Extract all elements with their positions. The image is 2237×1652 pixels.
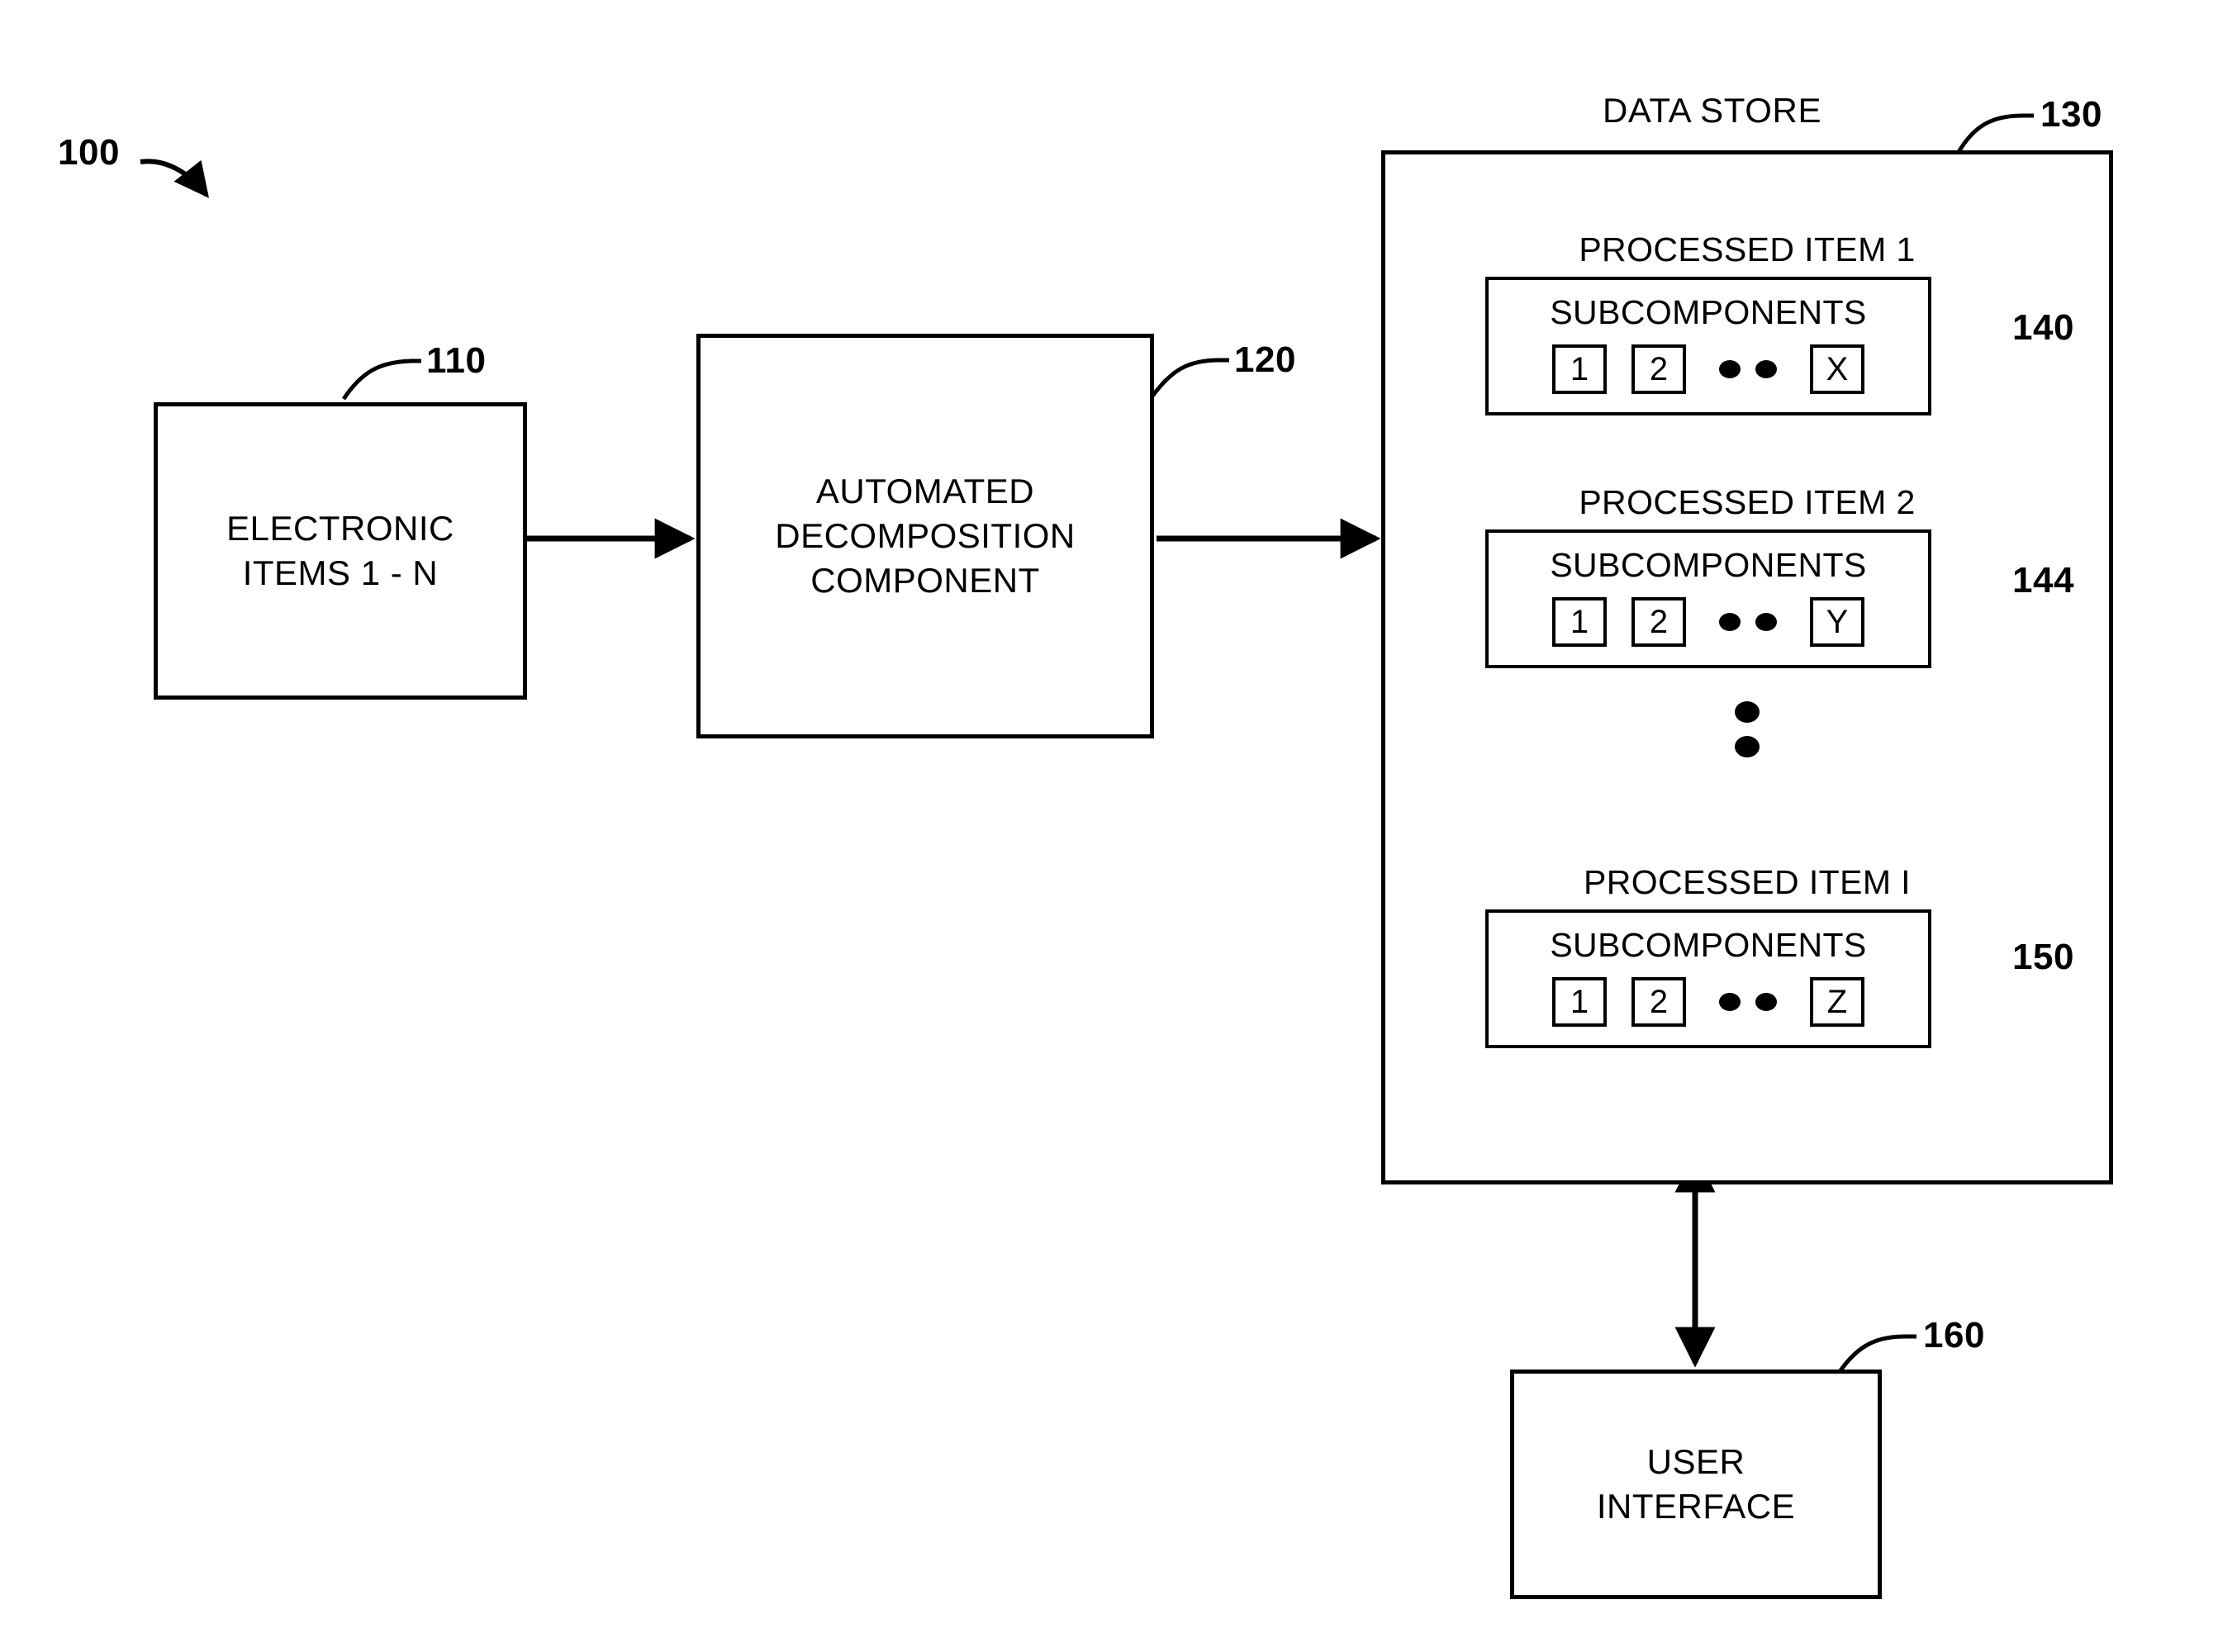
chip-ellipsis-icon — [1719, 613, 1777, 631]
chip-ellipsis-icon — [1719, 993, 1777, 1011]
ref-numeral-160: 160 — [1923, 1315, 1985, 1355]
ref-numeral-110: 110 — [426, 340, 487, 381]
block-automated-decomposition-component: AUTOMATED DECOMPOSITION COMPONENT — [696, 334, 1154, 738]
subcomponent-chip: Y — [1810, 597, 1864, 647]
subcomponent-chip: 2 — [1631, 977, 1686, 1027]
figure-100-leader — [140, 159, 209, 198]
ref-numeral-120: 120 — [1234, 339, 1296, 380]
block-electronic-items: ELECTRONIC ITEMS 1 - N — [154, 402, 527, 700]
subcomponent-chip: 2 — [1631, 344, 1686, 394]
subcomponent-chip: 2 — [1631, 597, 1686, 647]
electronic-items-label: ELECTRONIC ITEMS 1 - N — [226, 509, 454, 592]
leader-130 — [1956, 113, 2034, 154]
data-store-title: DATA STORE — [1603, 91, 1822, 130]
subcomponent-chip: 1 — [1552, 977, 1607, 1027]
leader-120 — [1149, 358, 1229, 399]
ref-numeral-130: 130 — [2040, 94, 2102, 135]
ref-numeral-140: 140 — [2012, 307, 2074, 348]
subcomponent-chip: 1 — [1552, 597, 1607, 647]
subcomponent-chip: 1 — [1552, 344, 1607, 394]
processed-item-1-title: PROCESSED ITEM 1 — [1579, 230, 1916, 268]
subcomponent-chip-row-2: 1 2 Y — [1489, 597, 1928, 647]
processed-item-2-title: PROCESSED ITEM 2 — [1579, 483, 1916, 521]
user-interface-label: USER INTERFACE — [1596, 1442, 1796, 1526]
subcomponents-heading-2: SUBCOMPONENTS — [1550, 546, 1867, 584]
leader-160 — [1836, 1334, 1916, 1374]
ref-numeral-100: 100 — [58, 132, 120, 173]
subcomponents-box-i: SUBCOMPONENTS 1 2 Z — [1485, 909, 1931, 1048]
subcomponent-chip-row-i: 1 2 Z — [1489, 977, 1928, 1027]
subcomponents-heading-i: SUBCOMPONENTS — [1550, 926, 1867, 964]
vertical-ellipsis-icon — [1735, 701, 1760, 757]
leader-110 — [341, 358, 421, 401]
processed-item-i-title: PROCESSED ITEM I — [1584, 863, 1911, 901]
subcomponent-chip: X — [1810, 344, 1864, 394]
subcomponents-box-2: SUBCOMPONENTS 1 2 Y — [1485, 529, 1931, 668]
subcomponent-chip: Z — [1810, 977, 1864, 1027]
subcomponent-chip-row-1: 1 2 X — [1489, 344, 1928, 394]
ref-numeral-150: 150 — [2012, 937, 2074, 977]
ref-numeral-144: 144 — [2012, 560, 2074, 601]
chip-ellipsis-icon — [1719, 360, 1777, 378]
subcomponents-heading-1: SUBCOMPONENTS — [1550, 293, 1867, 331]
subcomponents-box-1: SUBCOMPONENTS 1 2 X — [1485, 277, 1931, 415]
decomposition-component-label: AUTOMATED DECOMPOSITION COMPONENT — [775, 472, 1076, 600]
block-user-interface: USER INTERFACE — [1510, 1370, 1882, 1599]
patent-figure-canvas: 100 ELECTRONIC ITEMS 1 - N 110 AUTOMATED… — [0, 0, 2237, 1652]
block-data-store: PROCESSED ITEM 1 SUBCOMPONENTS 1 2 X PRO… — [1381, 150, 2113, 1184]
